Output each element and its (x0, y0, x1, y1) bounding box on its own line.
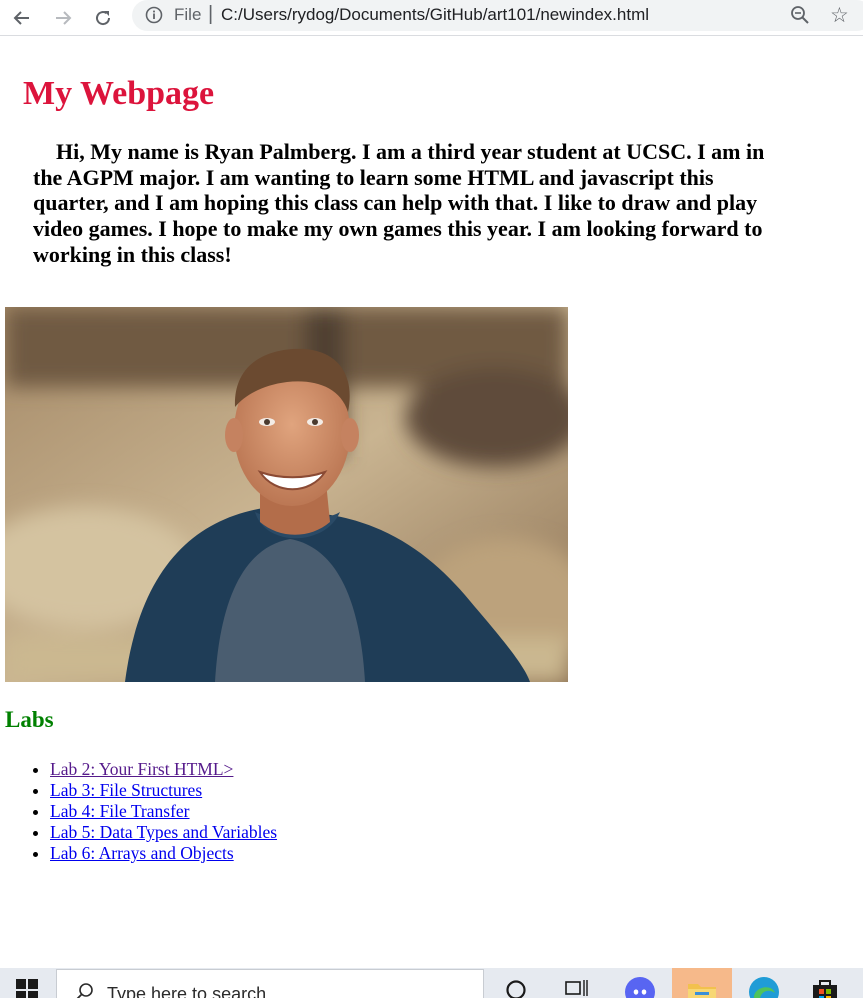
lab-5-link[interactable]: Lab 5: Data Types and Variables (50, 822, 277, 842)
search-placeholder: Type here to search (107, 984, 267, 998)
zoom-icon[interactable] (790, 5, 810, 30)
store-icon[interactable] (810, 976, 840, 998)
discord-icon[interactable] (624, 976, 656, 998)
forward-button[interactable] (48, 3, 78, 33)
list-item: Lab 6: Arrays and Objects (50, 843, 277, 864)
back-button[interactable] (7, 3, 37, 33)
info-icon[interactable] (145, 6, 163, 29)
lab-4-link[interactable]: Lab 4: File Transfer (50, 801, 190, 821)
list-item: Lab 3: File Structures (50, 780, 277, 801)
bookmark-star-icon[interactable]: ☆ (830, 3, 849, 28)
url-text[interactable]: C:/Users/rydog/Documents/GitHub/art101/n… (221, 5, 649, 25)
lab-3-link[interactable]: Lab 3: File Structures (50, 780, 202, 800)
intro-paragraph: Hi, My name is Ryan Palmberg. I am a thi… (33, 139, 765, 267)
search-icon (75, 982, 95, 998)
list-item: Lab 5: Data Types and Variables (50, 822, 277, 843)
lab-2-link[interactable]: Lab 2: Your First HTML> (50, 759, 233, 779)
forward-arrow-icon (56, 11, 72, 25)
page-title: My Webpage (23, 75, 215, 112)
browser-toolbar: File | C:/Users/rydog/Documents/GitHub/a… (0, 0, 863, 36)
lab-6-link[interactable]: Lab 6: Arrays and Objects (50, 843, 234, 863)
labs-list: Lab 2: Your First HTML> Lab 3: File Stru… (50, 759, 277, 864)
list-item: Lab 4: File Transfer (50, 801, 277, 822)
file-explorer-icon (688, 984, 716, 998)
labs-heading: Labs (5, 707, 54, 732)
reload-button[interactable] (88, 3, 118, 33)
reload-icon (96, 11, 111, 26)
profile-photo (5, 307, 568, 682)
taskbar-search-box[interactable]: Type here to search (56, 969, 484, 998)
file-explorer-tile[interactable] (672, 968, 732, 998)
edge-icon[interactable] (748, 976, 780, 998)
cortana-icon[interactable] (504, 978, 528, 998)
protocol-label: File (174, 5, 202, 24)
url-separator: | (208, 3, 214, 25)
back-arrow-icon (13, 11, 29, 25)
taskbar: Type here to search (0, 968, 863, 998)
address-bar[interactable]: File | C:/Users/rydog/Documents/GitHub/a… (132, 0, 863, 31)
task-view-icon[interactable] (564, 978, 590, 998)
windows-start-icon[interactable] (16, 979, 38, 998)
list-item: Lab 2: Your First HTML> (50, 759, 277, 780)
